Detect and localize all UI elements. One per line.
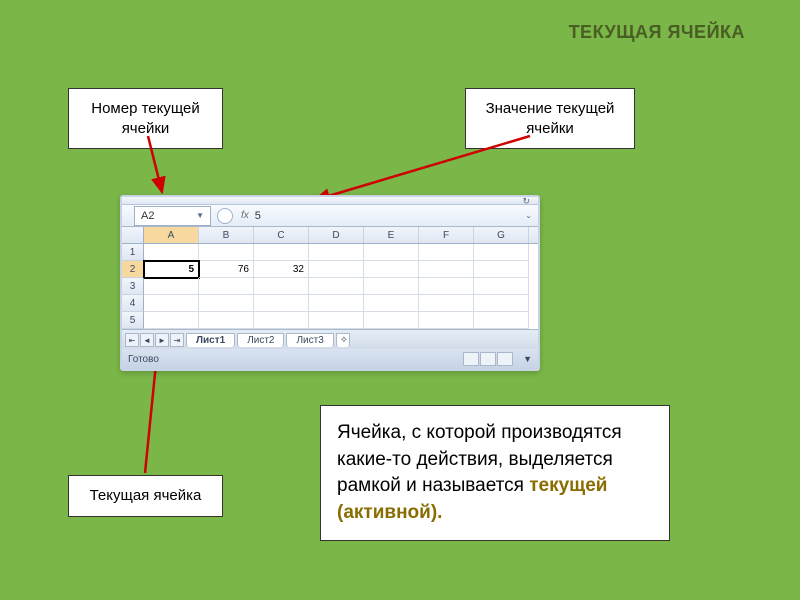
row-2: 2 5 76 32 [122, 261, 538, 278]
cell-B1[interactable] [199, 244, 254, 261]
row-3: 3 [122, 278, 538, 295]
cell-D2[interactable] [309, 261, 364, 278]
cell-A5[interactable] [144, 312, 199, 329]
sheet-tab-1[interactable]: Лист1 [186, 333, 235, 347]
sheet-nav-last-icon[interactable]: ⇥ [170, 333, 184, 347]
cell-G5[interactable] [474, 312, 529, 329]
status-bar: Готово ▼ [122, 349, 538, 369]
formula-bar: A2 ▼ fx 5 ⌄ [122, 205, 538, 227]
cell-G1[interactable] [474, 244, 529, 261]
callout-active-cell: Текущая ячейка [68, 475, 223, 517]
cell-D5[interactable] [309, 312, 364, 329]
cell-D1[interactable] [309, 244, 364, 261]
sheet-nav-first-icon[interactable]: ⇤ [125, 333, 139, 347]
formula-bar-expand-icon[interactable]: ⌄ [525, 211, 532, 220]
cell-C3[interactable] [254, 278, 309, 295]
view-pagebreak-icon[interactable] [497, 352, 513, 366]
cell-F1[interactable] [419, 244, 474, 261]
column-header-G[interactable]: G [474, 227, 529, 243]
slide-title: ТЕКУЩАЯ ЯЧЕЙКА [569, 22, 745, 43]
select-all-corner[interactable] [122, 227, 144, 243]
row-header-5[interactable]: 5 [122, 312, 144, 329]
callout-cell-value: Значение текущей ячейки [465, 88, 635, 149]
view-normal-icon[interactable] [463, 352, 479, 366]
name-box-dropdown-icon[interactable]: ▼ [196, 211, 204, 220]
cell-G4[interactable] [474, 295, 529, 312]
cell-C5[interactable] [254, 312, 309, 329]
view-layout-icon[interactable] [480, 352, 496, 366]
cell-C4[interactable] [254, 295, 309, 312]
sheet-tab-3[interactable]: Лист3 [286, 333, 333, 347]
column-header-C[interactable]: C [254, 227, 309, 243]
cell-G3[interactable] [474, 278, 529, 295]
cell-B3[interactable] [199, 278, 254, 295]
cell-D4[interactable] [309, 295, 364, 312]
refresh-icon[interactable]: ↻ [522, 196, 530, 207]
formula-value[interactable]: 5 [255, 210, 261, 222]
cell-B4[interactable] [199, 295, 254, 312]
cell-E5[interactable] [364, 312, 419, 329]
cell-A1[interactable] [144, 244, 199, 261]
column-headers: A B C D E F G [122, 227, 538, 244]
column-header-E[interactable]: E [364, 227, 419, 243]
cell-F2[interactable] [419, 261, 474, 278]
excel-window: ↻ A2 ▼ fx 5 ⌄ A B C D E F G 1 2 5 76 [120, 195, 540, 371]
zoom-dropdown-icon[interactable]: ▼ [523, 354, 532, 364]
cell-F4[interactable] [419, 295, 474, 312]
cell-C2[interactable]: 32 [254, 261, 309, 278]
column-header-A[interactable]: A [144, 227, 199, 243]
cell-C1[interactable] [254, 244, 309, 261]
callout-cell-number: Номер текущей ячейки [68, 88, 223, 149]
view-buttons [463, 352, 513, 366]
cell-D3[interactable] [309, 278, 364, 295]
fx-button-icon[interactable] [217, 208, 233, 224]
sheet-tab-bar: ⇤ ◄ ► ⇥ Лист1 Лист2 Лист3 ✧ [122, 329, 538, 349]
cell-A4[interactable] [144, 295, 199, 312]
cell-B2[interactable]: 76 [199, 261, 254, 278]
definition-box: Ячейка, с которой производятся какие-то … [320, 405, 670, 541]
cell-A2[interactable]: 5 [144, 261, 199, 278]
row-5: 5 [122, 312, 538, 329]
name-box-value: A2 [141, 210, 154, 222]
row-header-1[interactable]: 1 [122, 244, 144, 261]
cell-G2[interactable] [474, 261, 529, 278]
fx-label: fx [241, 210, 249, 221]
row-header-2[interactable]: 2 [122, 261, 144, 278]
new-sheet-button[interactable]: ✧ [336, 333, 350, 347]
column-header-B[interactable]: B [199, 227, 254, 243]
cell-E1[interactable] [364, 244, 419, 261]
cell-E2[interactable] [364, 261, 419, 278]
row-1: 1 [122, 244, 538, 261]
sheet-nav-buttons: ⇤ ◄ ► ⇥ [125, 333, 184, 347]
spreadsheet-grid[interactable]: A B C D E F G 1 2 5 76 32 3 4 5 [122, 227, 538, 329]
cell-A3[interactable] [144, 278, 199, 295]
row-header-3[interactable]: 3 [122, 278, 144, 295]
cell-E3[interactable] [364, 278, 419, 295]
cell-E4[interactable] [364, 295, 419, 312]
row-header-4[interactable]: 4 [122, 295, 144, 312]
sheet-nav-prev-icon[interactable]: ◄ [140, 333, 154, 347]
name-box[interactable]: A2 ▼ [134, 206, 211, 226]
cell-F3[interactable] [419, 278, 474, 295]
sheet-tab-2[interactable]: Лист2 [237, 333, 284, 347]
cell-B5[interactable] [199, 312, 254, 329]
row-4: 4 [122, 295, 538, 312]
column-header-F[interactable]: F [419, 227, 474, 243]
status-text: Готово [128, 354, 463, 365]
cell-F5[interactable] [419, 312, 474, 329]
sheet-nav-next-icon[interactable]: ► [155, 333, 169, 347]
column-header-D[interactable]: D [309, 227, 364, 243]
excel-top-strip: ↻ [122, 197, 538, 205]
